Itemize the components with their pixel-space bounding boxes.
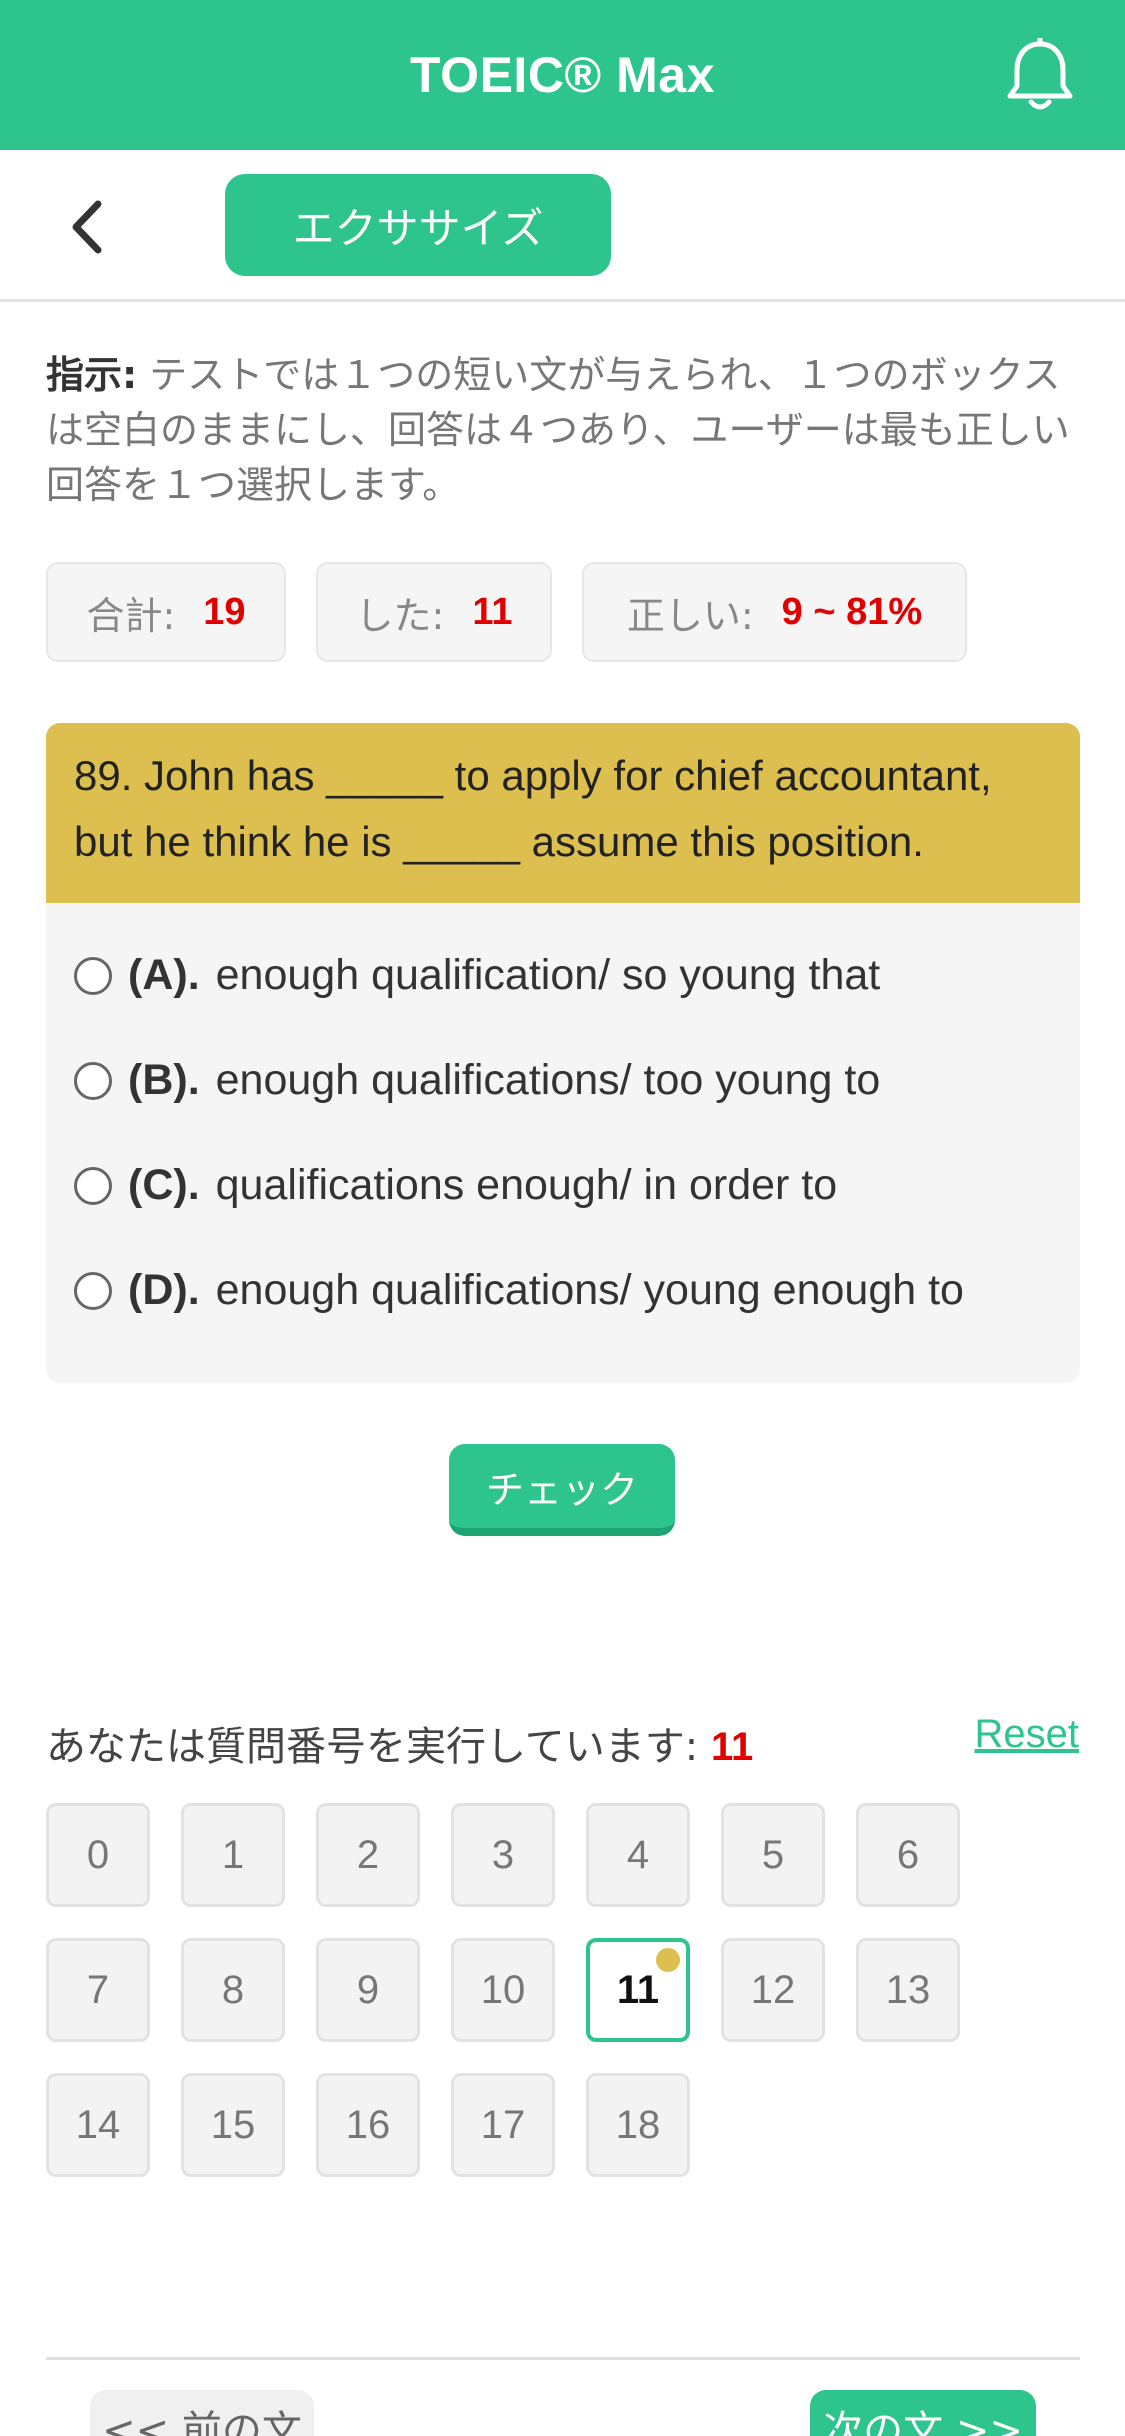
next-sentence-button[interactable]: 次の文 >> bbox=[810, 2390, 1036, 2436]
app-title: TOEIC® Max bbox=[410, 47, 715, 103]
question-number-7[interactable]: 7 bbox=[46, 1938, 150, 2042]
stat-done-label: した: bbox=[355, 593, 445, 638]
option-text: qualifications enough/ in order to bbox=[215, 1161, 838, 1209]
option-d[interactable]: (D). enough qualifications/ young enough… bbox=[46, 1238, 1080, 1343]
radio-button[interactable] bbox=[74, 1061, 112, 1100]
question-number-label: 15 bbox=[210, 2102, 256, 2147]
question-number-label: 1 bbox=[221, 1832, 245, 1877]
question-number-label: 13 bbox=[885, 1967, 931, 2012]
current-indicator-dot bbox=[656, 1948, 680, 1972]
question-number-1[interactable]: 1 bbox=[181, 1803, 285, 1907]
question-text: 89. John has _____ to apply for chief ac… bbox=[46, 723, 1080, 903]
radio-button[interactable] bbox=[74, 956, 112, 995]
question-card: 89. John has _____ to apply for chief ac… bbox=[46, 723, 1080, 1383]
question-number-label: 2 bbox=[356, 1832, 380, 1877]
question-number-8[interactable]: 8 bbox=[181, 1938, 285, 2042]
current-question-number: 11 bbox=[711, 1725, 754, 1769]
question-number-17[interactable]: 17 bbox=[451, 2073, 555, 2177]
stat-done: した: 11 bbox=[316, 562, 552, 662]
stat-correct: 正しい: 9 ~ 81% bbox=[582, 562, 967, 662]
question-number-label: 5 bbox=[761, 1832, 785, 1877]
instructions-text: テストでは１つの短い文が与えられ、１つのボックスは空白のままにし、回答は４つあり… bbox=[46, 353, 1070, 507]
question-number-9[interactable]: 9 bbox=[316, 1938, 420, 2042]
question-number-label: 10 bbox=[480, 1967, 526, 2012]
bell-icon[interactable] bbox=[1005, 38, 1075, 114]
answer-options: (A). enough qualification/ so young that… bbox=[46, 903, 1080, 1343]
divider bbox=[46, 2357, 1080, 2360]
question-number-label: 17 bbox=[480, 2102, 526, 2147]
question-number-10[interactable]: 10 bbox=[451, 1938, 555, 2042]
option-letter: (C). bbox=[128, 1161, 200, 1209]
question-number-12[interactable]: 12 bbox=[721, 1938, 825, 2042]
stat-correct-label: 正しい: bbox=[626, 593, 754, 638]
question-number-13[interactable]: 13 bbox=[856, 1938, 960, 2042]
stat-total-label: 合計: bbox=[86, 593, 176, 638]
question-number-15[interactable]: 15 bbox=[181, 2073, 285, 2177]
question-number-16[interactable]: 16 bbox=[316, 2073, 420, 2177]
question-number-11[interactable]: 11 bbox=[586, 1938, 690, 2042]
instructions: 指示: テストでは１つの短い文が与えられ、１つのボックスは空白のままにし、回答は… bbox=[46, 348, 1076, 513]
prev-sentence-button[interactable]: << 前の文 bbox=[90, 2390, 314, 2436]
question-number-label: 11 bbox=[616, 1967, 660, 2012]
question-number-2[interactable]: 2 bbox=[316, 1803, 420, 1907]
question-number-label: 4 bbox=[626, 1832, 650, 1877]
app-header: TOEIC® Max bbox=[0, 0, 1125, 150]
question-number-label: 12 bbox=[750, 1967, 796, 2012]
instructions-label: 指示: bbox=[46, 353, 138, 397]
question-number-0[interactable]: 0 bbox=[46, 1803, 150, 1907]
stat-total: 合計: 19 bbox=[46, 562, 286, 662]
reset-link[interactable]: Reset bbox=[975, 1712, 1080, 1757]
question-number-4[interactable]: 4 bbox=[586, 1803, 690, 1907]
stat-done-value: 11 bbox=[472, 590, 513, 633]
question-number-label: 6 bbox=[896, 1832, 920, 1877]
app-screen: TOEIC® Max エクササイズ 指示: テストでは１つの短い文が与えられ、１… bbox=[0, 0, 1125, 2436]
progress-text: あなたは質問番号を実行しています: bbox=[46, 1724, 699, 1770]
radio-button[interactable] bbox=[74, 1271, 112, 1310]
option-text: enough qualifications/ young enough to bbox=[215, 1266, 964, 1314]
option-letter: (A). bbox=[128, 951, 200, 999]
question-number-18[interactable]: 18 bbox=[586, 2073, 690, 2177]
question-number-label: 14 bbox=[75, 2102, 121, 2147]
radio-button[interactable] bbox=[74, 1166, 112, 1205]
option-text: enough qualifications/ too young to bbox=[215, 1056, 881, 1104]
option-text: enough qualification/ so young that bbox=[215, 951, 881, 999]
question-number-5[interactable]: 5 bbox=[721, 1803, 825, 1907]
question-number-6[interactable]: 6 bbox=[856, 1803, 960, 1907]
question-number-label: 3 bbox=[491, 1832, 515, 1877]
question-number-14[interactable]: 14 bbox=[46, 2073, 150, 2177]
stat-correct-value: 9 ~ 81% bbox=[781, 590, 923, 633]
option-c[interactable]: (C). qualifications enough/ in order to bbox=[46, 1133, 1080, 1238]
option-letter: (B). bbox=[128, 1056, 200, 1104]
tab-exercise[interactable]: エクササイズ bbox=[225, 174, 611, 276]
progress-label: あなたは質問番号を実行しています: 11 bbox=[46, 1714, 753, 1772]
check-button[interactable]: チェック bbox=[449, 1444, 675, 1536]
toolbar: エクササイズ bbox=[0, 150, 1125, 302]
chevron-left-icon[interactable] bbox=[56, 192, 126, 262]
question-number-label: 16 bbox=[345, 2102, 391, 2147]
question-number-label: 0 bbox=[86, 1832, 110, 1877]
stat-total-value: 19 bbox=[203, 590, 246, 633]
option-a[interactable]: (A). enough qualification/ so young that bbox=[46, 923, 1080, 1028]
question-number-label: 7 bbox=[86, 1967, 110, 2012]
question-number-label: 8 bbox=[221, 1967, 245, 2012]
option-letter: (D). bbox=[128, 1266, 200, 1314]
option-b[interactable]: (B). enough qualifications/ too young to bbox=[46, 1028, 1080, 1133]
question-number-label: 9 bbox=[356, 1967, 380, 2012]
question-number-label: 18 bbox=[615, 2102, 661, 2147]
question-number-3[interactable]: 3 bbox=[451, 1803, 555, 1907]
